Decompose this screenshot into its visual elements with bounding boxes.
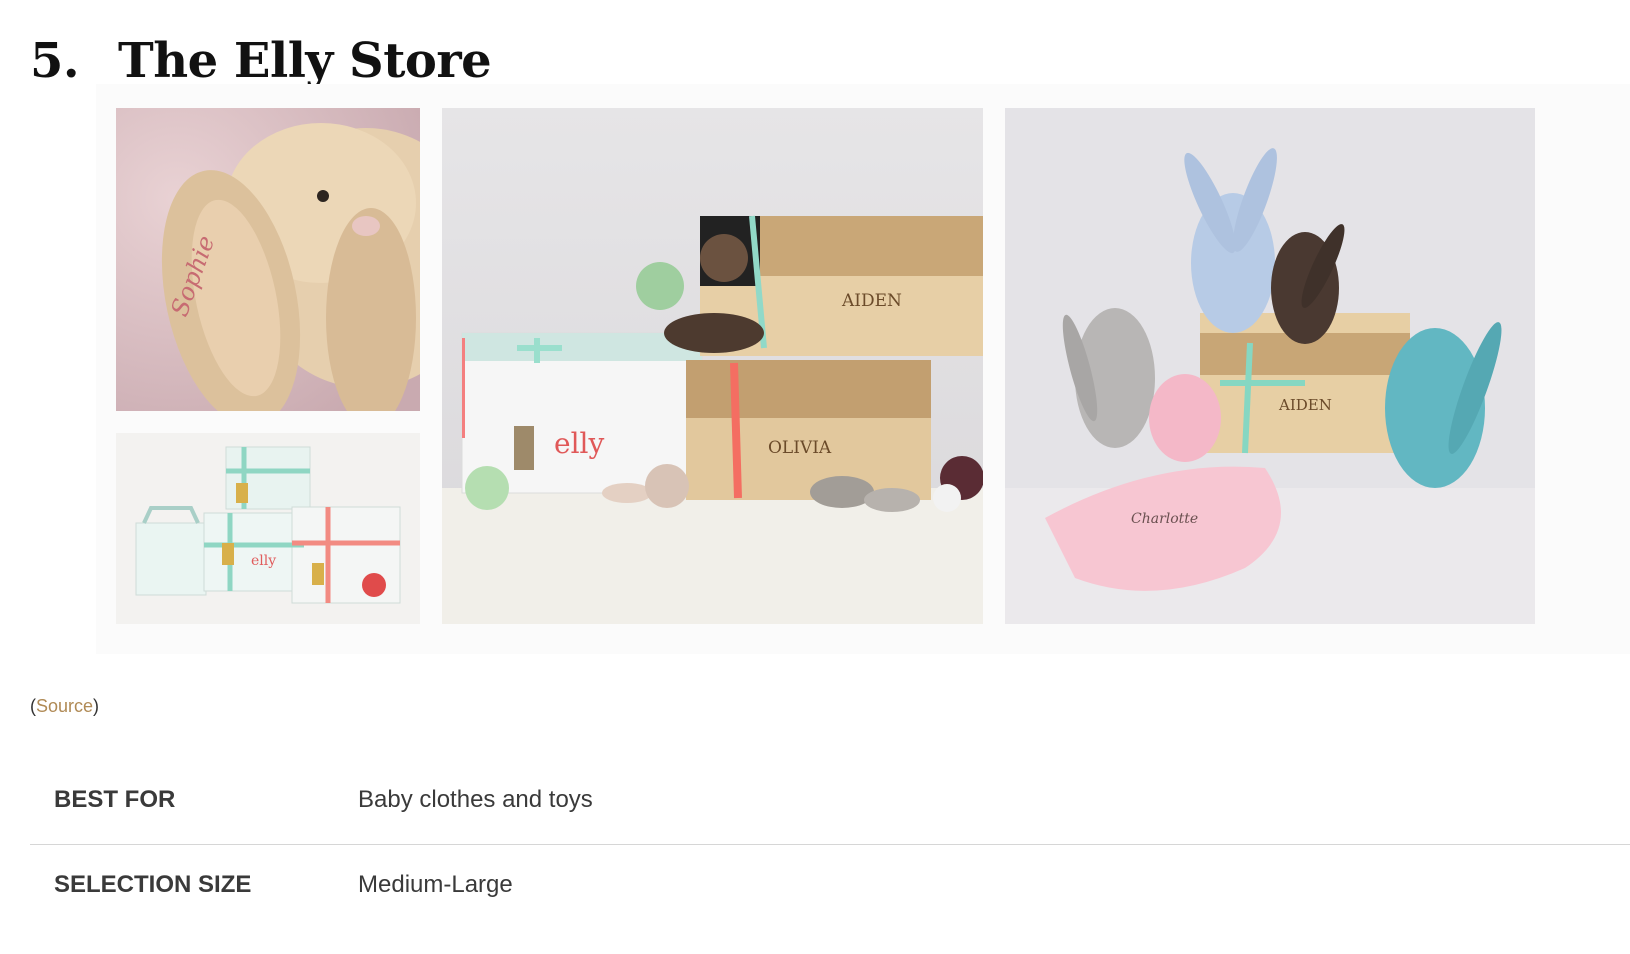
section-title: The Elly Store	[118, 33, 492, 90]
spec-label: BEST FOR	[54, 786, 176, 813]
bunny-closeup-image[interactable]: Sophie	[116, 108, 420, 411]
source-link[interactable]: Source	[36, 696, 93, 716]
svg-text:AIDEN: AIDEN	[1278, 396, 1332, 414]
gift-crates-image[interactable]: AIDEN OLIVIA elly	[442, 108, 983, 624]
spec-table: BEST FOR Baby clothes and toys SELECTION…	[30, 760, 1630, 929]
source-credit: (Source)	[30, 696, 99, 717]
svg-text:elly: elly	[251, 553, 276, 569]
plush-bunnies-image[interactable]: AIDEN Charlotte	[1005, 108, 1535, 624]
spec-label: SELECTION SIZE	[54, 871, 252, 898]
svg-text:elly: elly	[554, 427, 604, 460]
spec-value: Baby clothes and toys	[358, 786, 593, 813]
spec-row-best-for: BEST FOR Baby clothes and toys	[30, 760, 1630, 845]
spec-value: Medium-Large	[358, 871, 513, 898]
svg-text:Charlotte: Charlotte	[1131, 511, 1198, 527]
spec-row-selection-size: SELECTION SIZE Medium-Large	[30, 845, 1630, 929]
source-close-paren: )	[93, 696, 100, 716]
svg-text:OLIVIA: OLIVIA	[768, 438, 832, 458]
product-gallery: Sophie elly AIDEN OLIVIA elly AIDEN Char…	[96, 84, 1630, 654]
svg-text:AIDEN: AIDEN	[841, 291, 902, 311]
section-number: 5.	[30, 33, 80, 90]
gift-boxes-image[interactable]: elly	[116, 433, 420, 624]
